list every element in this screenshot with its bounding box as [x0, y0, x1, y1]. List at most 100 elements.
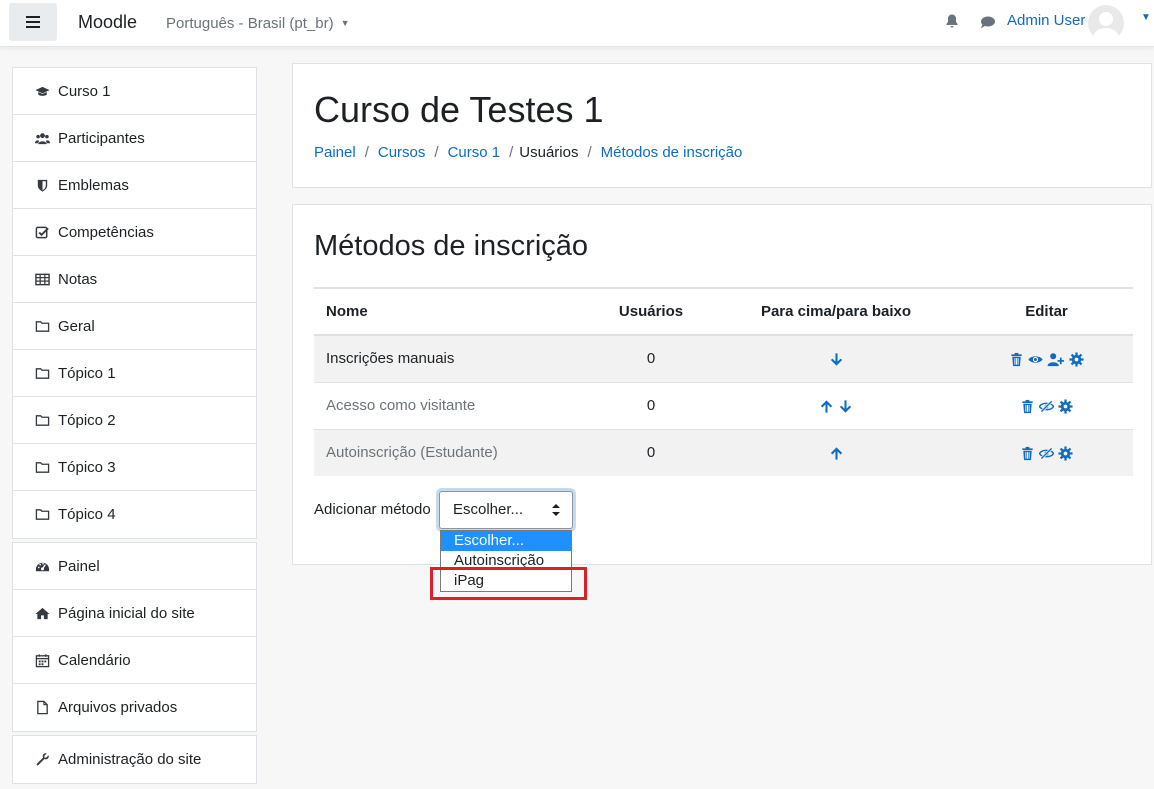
sidebar-item[interactable]: Página inicial do site — [13, 590, 256, 637]
folder-icon — [34, 507, 50, 523]
sidebar-item-label: Curso 1 — [58, 82, 111, 100]
check-square-icon — [34, 224, 50, 240]
eye-slash-icon[interactable] — [1039, 446, 1054, 461]
course-nav: Curso 1 Participantes Emblemas Competências… — [12, 67, 257, 539]
method-users-count: 0 — [590, 428, 712, 476]
sidebar-item-label: Calendário — [58, 651, 131, 669]
gear-icon[interactable] — [1069, 352, 1084, 367]
folder-icon — [34, 365, 50, 381]
method-move-actions — [712, 381, 960, 429]
table-row: Autoinscrição (Estudante) 0 — [314, 428, 1133, 476]
breadcrumb: Painel / Cursos / Curso 1 / Usuários / M… — [314, 144, 742, 161]
folder-icon — [34, 459, 50, 475]
method-edit-actions — [960, 381, 1133, 429]
sidebar-item-label: Arquivos privados — [58, 699, 178, 716]
section-title: Métodos de inscrição — [314, 230, 589, 262]
column-header-users: Usuários — [590, 287, 712, 336]
table-row: Inscrições manuais 0 — [314, 334, 1133, 382]
breadcrumb-metodos[interactable]: Métodos de inscrição — [601, 144, 743, 161]
option-escolher[interactable]: Escolher... — [441, 531, 571, 551]
user-name[interactable]: Admin User — [1007, 12, 1085, 29]
sidebar-item[interactable]: Participantes — [13, 115, 256, 162]
table-header-row: Nome Usuários Para cima/para baixo Edita… — [314, 287, 1133, 336]
menu-icon[interactable] — [9, 3, 57, 41]
sidebar-item[interactable]: Notas — [13, 256, 256, 303]
arrow-up-icon[interactable] — [829, 446, 844, 461]
add-method-select[interactable]: Escolher... — [439, 491, 573, 529]
language-menu[interactable]: Português - Brasil (pt_br) ▼ — [166, 15, 350, 32]
add-method-label: Adicionar método — [314, 501, 431, 518]
enrolment-methods-card: Métodos de inscrição Nome Usuários Para … — [292, 204, 1152, 565]
sidebar-item[interactable]: Calendário — [13, 637, 256, 684]
breadcrumb-separator: / — [364, 144, 369, 161]
page-header: Curso de Testes 1 Painel / Cursos / Curs… — [292, 63, 1152, 188]
caret-down-icon[interactable]: ▼ — [1141, 12, 1151, 23]
sidebar-item[interactable]: Emblemas — [13, 162, 256, 209]
arrow-down-icon[interactable] — [829, 352, 844, 367]
user-plus-icon[interactable] — [1047, 352, 1065, 367]
breadcrumb-separator: / — [434, 144, 439, 161]
sidebar-item-label: Painel — [58, 557, 100, 575]
calendar-icon — [34, 652, 50, 668]
user-avatar[interactable] — [1088, 5, 1124, 41]
sidebar-item[interactable]: Arquivos privados — [13, 684, 256, 731]
breadcrumb-curso-1[interactable]: Curso 1 — [448, 144, 501, 161]
dashboard-icon — [34, 558, 50, 574]
column-header-edit: Editar — [960, 287, 1133, 336]
admin-nav: Administração do site — [12, 735, 257, 784]
method-edit-actions — [960, 428, 1133, 476]
breadcrumb-separator: / — [509, 144, 514, 161]
column-header-move: Para cima/para baixo — [712, 287, 960, 336]
sidebar-item[interactable]: Curso 1 — [13, 68, 256, 115]
eye-slash-icon[interactable] — [1039, 399, 1054, 414]
site-brand[interactable]: Moodle — [78, 12, 137, 33]
sidebar-item[interactable]: Administração do site — [13, 736, 256, 783]
arrow-down-icon[interactable] — [838, 399, 853, 414]
home-icon — [34, 605, 50, 621]
sidebar-item-label: Competências — [58, 223, 154, 241]
select-arrows-icon — [552, 504, 560, 516]
arrow-up-icon[interactable] — [819, 399, 834, 414]
breadcrumb-cursos[interactable]: Cursos — [378, 144, 426, 161]
sidebar-item[interactable]: Geral — [13, 303, 256, 350]
sidebar-item-label: Página inicial do site — [58, 604, 195, 622]
site-nav: Painel Página inicial do site Calendário Ar… — [12, 542, 257, 732]
sidebar-item[interactable]: Tópico 3 — [13, 444, 256, 491]
bell-icon[interactable] — [944, 13, 964, 33]
gear-icon[interactable] — [1058, 446, 1073, 461]
trash-icon[interactable] — [1020, 399, 1035, 414]
folder-icon — [34, 412, 50, 428]
sidebar-item-label: Participantes — [58, 129, 145, 147]
column-header-name: Nome — [314, 287, 590, 336]
page-title: Curso de Testes 1 — [314, 89, 604, 130]
trash-icon[interactable] — [1009, 352, 1024, 367]
users-icon — [34, 130, 50, 146]
file-icon — [34, 700, 50, 716]
sidebar-item-label: Administração do site — [58, 751, 202, 768]
breadcrumb-separator: / — [587, 144, 592, 161]
method-users-count: 0 — [590, 381, 712, 429]
method-name: Acesso como visitante — [314, 381, 590, 429]
trash-icon[interactable] — [1020, 446, 1035, 461]
gear-icon[interactable] — [1058, 399, 1073, 414]
select-value: Escolher... — [453, 501, 524, 518]
breadcrumb-usuarios: Usuários — [519, 144, 579, 161]
sidebar-item-label: Tópico 3 — [58, 458, 116, 476]
eye-icon[interactable] — [1028, 352, 1043, 367]
method-move-actions — [712, 428, 960, 476]
method-move-actions — [712, 334, 960, 382]
sidebar-item[interactable]: Painel — [13, 543, 256, 590]
highlight-annotation — [430, 567, 587, 600]
sidebar-item[interactable]: Competências — [13, 209, 256, 256]
sidebar-item-label: Tópico 1 — [58, 364, 116, 382]
message-icon[interactable] — [979, 14, 999, 34]
sidebar-item-label: Tópico 4 — [58, 506, 116, 523]
caret-down-icon: ▼ — [340, 18, 350, 28]
sidebar-item[interactable]: Tópico 2 — [13, 397, 256, 444]
breadcrumb-painel[interactable]: Painel — [314, 144, 356, 161]
enrolment-methods-table: Nome Usuários Para cima/para baixo Edita… — [314, 287, 1133, 476]
language-label: Português - Brasil (pt_br) — [166, 15, 334, 32]
method-name: Autoinscrição (Estudante) — [314, 428, 590, 476]
sidebar-item[interactable]: Tópico 1 — [13, 350, 256, 397]
sidebar-item[interactable]: Tópico 4 — [13, 491, 256, 538]
